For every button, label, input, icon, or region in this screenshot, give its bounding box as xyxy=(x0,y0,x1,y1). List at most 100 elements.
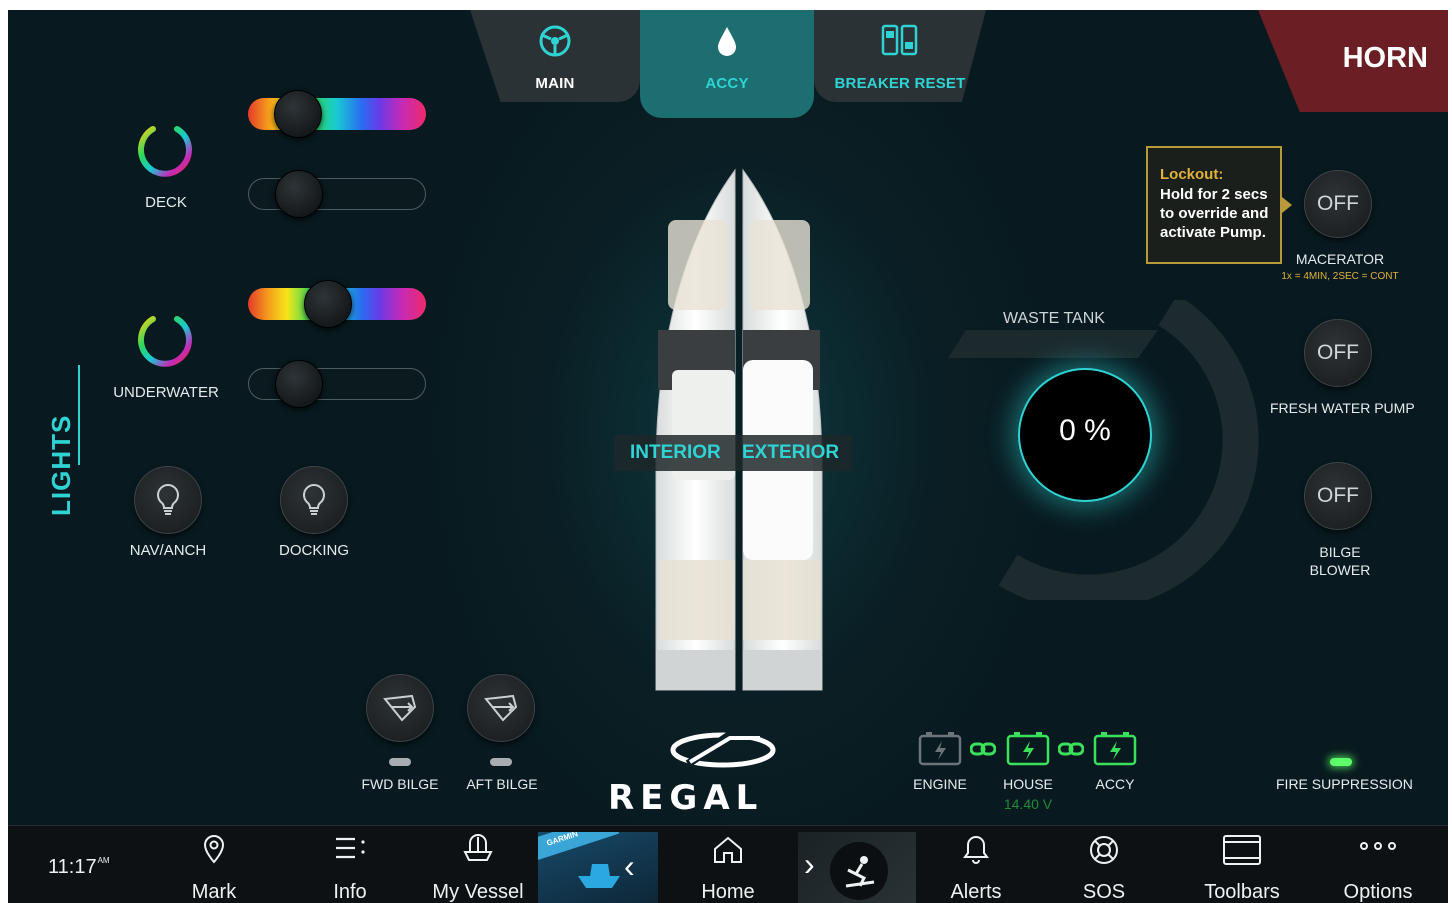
tab-breaker-reset[interactable]: BREAKER RESET xyxy=(814,10,986,102)
fresh-water-state: OFF xyxy=(1317,341,1359,364)
bottom-navigation-bar: 11:17AM Mark Info My Vessel GARMIN ‹ Hom… xyxy=(8,825,1448,903)
fresh-water-pump-button[interactable]: OFF xyxy=(1304,319,1372,387)
deck-label: DECK xyxy=(145,194,187,211)
nav-my-vessel-label: My Vessel xyxy=(432,881,524,903)
underwater-color-knob[interactable] xyxy=(303,280,352,328)
clock-time: 11:17 xyxy=(48,856,97,878)
tab-main[interactable]: MAIN xyxy=(470,10,640,102)
nav-mark-label: Mark xyxy=(191,881,237,903)
chevron-left-icon[interactable]: ‹ xyxy=(624,848,635,885)
nav-anch-label: NAV/ANCH xyxy=(129,542,207,559)
bilge-pump-icon xyxy=(383,694,417,722)
bilge-blower-label-1: BILGE xyxy=(1319,544,1361,560)
bilge-pump-icon xyxy=(484,694,518,722)
toolbars-icon xyxy=(1188,834,1296,866)
breaker-icon xyxy=(814,24,986,56)
aft-bilge-label: AFT BILGE xyxy=(466,776,538,792)
tab-main-label: MAIN xyxy=(535,75,575,92)
exterior-button[interactable]: EXTERIOR xyxy=(742,442,839,464)
nav-sos[interactable]: SOS xyxy=(1060,826,1148,903)
nav-mark[interactable]: Mark xyxy=(168,826,260,903)
bell-icon xyxy=(932,834,1020,864)
boat-illustration xyxy=(655,160,823,700)
wakeboarder-icon xyxy=(845,856,875,888)
clock: 11:17AM xyxy=(48,856,110,879)
clock-suffix: AM xyxy=(97,856,110,865)
deck-color-knob[interactable] xyxy=(274,90,322,138)
nav-info-label: Info xyxy=(333,881,367,903)
docking-light-button[interactable] xyxy=(280,466,348,534)
light-bulb-icon xyxy=(303,483,325,515)
regal-emblem-icon xyxy=(670,732,776,768)
engine-battery-icon xyxy=(918,732,962,766)
house-battery-label: HOUSE xyxy=(1003,776,1053,792)
nav-home-label: Home xyxy=(701,881,755,903)
nav-toolbars-label: Toolbars xyxy=(1204,881,1280,903)
lockout-text: Hold for 2 secs to override and activate… xyxy=(1160,186,1269,241)
nav-sos-label: SOS xyxy=(1082,881,1126,903)
underwater-color-slider[interactable] xyxy=(248,280,426,328)
more-dots-icon xyxy=(1328,840,1428,852)
fresh-water-label: FRESH WATER PUMP xyxy=(1270,400,1415,416)
regal-logo-text: REGAL xyxy=(608,778,764,818)
waste-tank-value: 0 % xyxy=(1059,414,1111,447)
boat-app-icon xyxy=(578,864,620,888)
map-pin-icon xyxy=(168,834,260,864)
horn-button[interactable]: HORN xyxy=(1258,10,1448,112)
deck-brightness-knob[interactable] xyxy=(275,170,323,218)
aft-bilge-indicator xyxy=(490,758,512,766)
tooltip-arrow xyxy=(1282,197,1292,213)
rainbow-power-icon xyxy=(138,308,192,367)
bilge-blower-button[interactable]: OFF xyxy=(1304,462,1372,530)
house-battery-icon xyxy=(1006,732,1050,766)
nav-alerts-label: Alerts xyxy=(950,881,1002,903)
fwd-bilge-label: FWD BILGE xyxy=(361,776,439,792)
nav-my-vessel[interactable]: My Vessel xyxy=(422,826,534,903)
lifebuoy-icon xyxy=(1060,834,1148,866)
deck-brightness-slider[interactable] xyxy=(248,170,426,218)
fire-suppression-label: FIRE SUPPRESSION xyxy=(1276,776,1413,792)
nav-options[interactable]: Options xyxy=(1328,826,1428,903)
deck-color-slider[interactable] xyxy=(248,90,426,138)
fwd-bilge-indicator xyxy=(389,758,411,766)
tab-accy[interactable]: ACCY xyxy=(640,10,814,118)
lights-section-label: LIGHTS xyxy=(46,414,76,516)
macerator-button[interactable]: OFF xyxy=(1304,170,1372,238)
accy-battery-label: ACCY xyxy=(1095,776,1135,792)
info-list-icon xyxy=(304,834,396,862)
macerator-state: OFF xyxy=(1317,192,1359,215)
underwater-brightness-knob[interactable] xyxy=(275,360,323,408)
macerator-hint: 1x = 4MIN, 2SEC = CONT xyxy=(1281,271,1399,282)
nav-info[interactable]: Info xyxy=(304,826,396,903)
steering-wheel-icon xyxy=(470,24,640,58)
underwater-brightness-slider[interactable] xyxy=(248,360,426,408)
underwater-power-button[interactable] xyxy=(133,305,197,369)
docking-label: DOCKING xyxy=(278,542,349,559)
horn-label: HORN xyxy=(1342,42,1428,74)
underwater-label: UNDERWATER xyxy=(113,384,219,401)
light-bulb-icon xyxy=(157,483,179,515)
boat-top-view xyxy=(638,160,840,700)
nav-anch-light-button[interactable] xyxy=(134,466,202,534)
lights-divider xyxy=(78,365,80,465)
home-icon xyxy=(684,834,772,864)
droplet-icon xyxy=(640,24,814,58)
deck-power-button[interactable] xyxy=(133,115,197,179)
nav-toolbars[interactable]: Toolbars xyxy=(1188,826,1296,903)
interior-button[interactable]: INTERIOR xyxy=(630,442,721,464)
fwd-bilge-button[interactable] xyxy=(366,674,434,742)
tab-accy-label: ACCY xyxy=(705,75,749,92)
nav-home[interactable]: Home xyxy=(684,826,772,903)
nav-alerts[interactable]: Alerts xyxy=(932,826,1020,903)
chevron-right-icon[interactable]: › xyxy=(804,846,815,883)
tab-breaker-label: BREAKER RESET xyxy=(834,75,966,92)
aft-bilge-button[interactable] xyxy=(467,674,535,742)
watersports-app-tile[interactable]: › xyxy=(798,832,916,903)
link-icon xyxy=(970,742,996,756)
macerator-label: MACERATOR xyxy=(1295,251,1385,267)
engine-battery-label: ENGINE xyxy=(913,776,967,792)
waste-tank-label: WASTE TANK xyxy=(1003,310,1105,327)
bilge-blower-state: OFF xyxy=(1317,484,1359,507)
nav-options-label: Options xyxy=(1343,881,1413,903)
garmin-app-tile[interactable]: GARMIN ‹ xyxy=(538,832,658,903)
